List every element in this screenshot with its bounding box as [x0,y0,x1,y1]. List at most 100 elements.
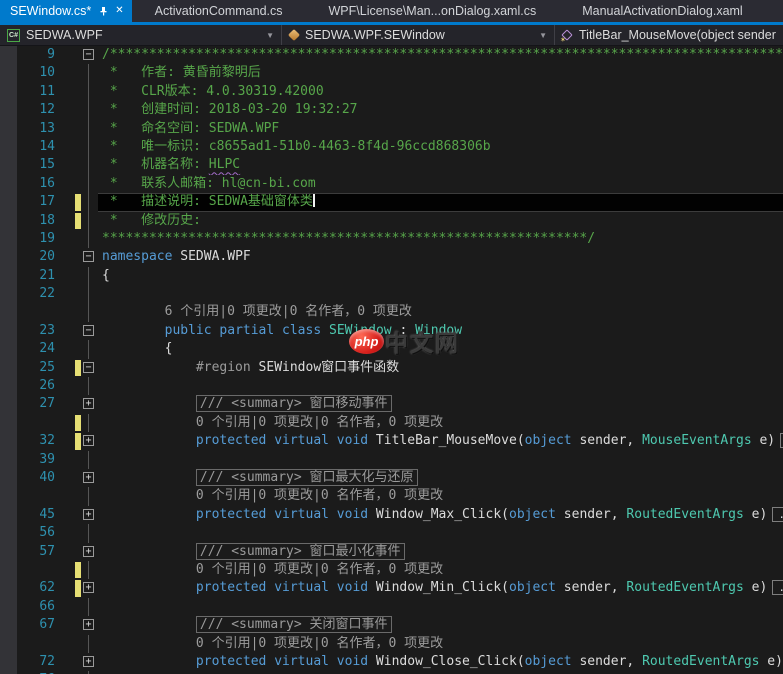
fold-guide [88,82,89,102]
breakpoint-margin[interactable] [0,468,17,488]
breakpoint-margin[interactable] [0,634,17,653]
code-line[interactable]: namespace SEDWA.WPF [98,248,783,266]
code-line[interactable]: ****************************************… [98,230,783,248]
breakpoint-margin[interactable] [0,82,17,102]
breakpoint-margin[interactable] [0,432,17,451]
code-line[interactable]: * 命名空间: SEDWA.WPF [98,120,783,138]
breakpoint-margin[interactable] [0,616,17,635]
fold-toggle[interactable]: + [83,619,94,631]
breakpoint-margin[interactable] [0,211,17,230]
breakpoint-margin[interactable] [0,285,17,304]
breakpoint-margin[interactable] [0,321,17,341]
code-line[interactable]: * 联系人邮箱: hl@cn-bi.com [98,175,783,193]
fold-toggle[interactable]: + [83,545,94,557]
code-line[interactable] [98,377,783,395]
breakpoint-margin[interactable] [0,413,17,433]
breakpoint-margin[interactable] [0,340,17,359]
breakpoint-margin[interactable] [0,156,17,175]
fold-toggle[interactable]: + [83,398,94,410]
code-line[interactable]: /// <summary> 窗口移动事件 [98,395,783,413]
codelens-line[interactable]: 0 个引用|0 项更改|0 名作者，0 项更改 [98,487,783,505]
type-dropdown[interactable]: SEDWA.WPF.SEWindow ▼ [282,25,555,45]
codelens-line[interactable]: 6 个引用|0 项更改|0 名作者，0 项更改 [98,303,783,321]
close-icon[interactable]: ✕ [115,6,123,16]
project-dropdown[interactable]: C# SEDWA.WPF ▼ [0,25,282,45]
code-line[interactable]: /***************************************… [98,46,783,64]
code-line[interactable]: protected virtual void Window_Min_Click(… [98,579,783,597]
code-line[interactable]: #region SEWindow窗口事件函数 [98,359,783,377]
breakpoint-margin[interactable] [0,193,17,212]
fold-toggle[interactable]: − [83,251,94,263]
breakpoint-margin[interactable] [0,542,17,561]
code-line[interactable] [98,285,783,303]
breakpoint-margin[interactable] [0,303,17,322]
codelens-line[interactable]: 0 个引用|0 项更改|0 名作者，0 项更改 [98,414,783,432]
breakpoint-margin[interactable] [0,560,17,580]
code-line[interactable]: * 创建时间: 2018-03-20 19:32:27 [98,101,783,119]
breakpoint-margin[interactable] [0,266,17,286]
fold-toggle[interactable]: + [83,508,94,520]
breakpoint-margin[interactable] [0,174,17,194]
code-text: Window_Max_Click( [368,506,509,522]
code-line[interactable] [98,598,783,616]
breakpoint-margin[interactable] [0,64,17,83]
breakpoint-margin[interactable] [0,248,17,267]
breakpoint-margin[interactable] [0,395,17,414]
breakpoint-margin[interactable] [0,358,17,378]
project-name: SEDWA.WPF [26,28,103,42]
tab-sewindow-cs[interactable]: SEWindow.cs* ✕ [0,0,132,22]
fold-toggle[interactable]: + [83,471,94,483]
code-line[interactable]: * 唯一标识: c8655ad1-51b0-4463-8f4d-96ccd868… [98,138,783,156]
breakpoint-margin[interactable] [0,229,17,249]
code-line[interactable]: * 作者: 黄昏前黎明后 [98,64,783,82]
codelens-line[interactable]: 0 个引用|0 项更改|0 名作者，0 项更改 [98,561,783,579]
breakpoint-margin[interactable] [0,450,17,469]
code-line[interactable]: /// <summary> 窗口最大化与还原 [98,468,783,487]
fold-toggle[interactable]: + [83,582,94,594]
code-line[interactable] [98,524,783,542]
code-line[interactable]: /// <summary> 关闭窗口事件 [98,616,783,634]
fold-toggle[interactable]: + [83,435,94,447]
code-line[interactable]: * 描述说明: SEDWA基础窗体类 [98,193,783,212]
code-line[interactable]: protected virtual void TitleBar_MouseMov… [98,432,783,450]
tab-activationcommand-cs[interactable]: ActivationCommand.cs [132,0,306,22]
codelens-line[interactable]: 0 个引用|0 项更改|0 名作者，0 项更改 [98,635,783,653]
code-line[interactable]: { [98,340,783,358]
breakpoint-margin[interactable] [0,377,17,396]
breakpoint-margin[interactable] [0,487,17,506]
code-line[interactable]: * 机器名称: HLPC [98,156,783,174]
breakpoint-margin[interactable] [0,119,17,138]
breakpoint-margin[interactable] [0,524,17,543]
breakpoint-margin[interactable] [0,46,17,65]
editor[interactable]: 9−/*************************************… [0,46,783,674]
breakpoint-margin[interactable] [0,597,17,617]
code-line[interactable]: * 修改历史: [98,212,783,230]
breakpoint-margin[interactable] [0,101,17,120]
breakpoint-margin[interactable] [0,137,17,157]
line-number: 18 [39,212,55,228]
code-line[interactable]: /// <summary> 窗口最小化事件 [98,542,783,561]
code-line[interactable]: public partial class SEWindow : Window [98,322,783,340]
pin-icon[interactable] [98,6,109,17]
code-line[interactable]: { [98,267,783,285]
code-line[interactable] [98,451,783,469]
breakpoint-margin[interactable] [0,579,17,598]
fold-toggle[interactable]: + [83,655,94,667]
breakpoint-margin[interactable] [0,652,17,672]
fold-toggle[interactable]: − [83,49,94,60]
tab-mandialog-xaml-cs[interactable]: WPF\License\Man...onDialog.xaml.cs [306,0,560,22]
fold-guide [88,340,89,359]
member-dropdown[interactable]: ✶ TitleBar_MouseMove(object sender [555,25,783,45]
fold-toggle[interactable]: − [83,361,94,373]
line-number: 21 [39,267,55,283]
code-line[interactable]: protected virtual void Window_Max_Click(… [98,506,783,524]
code-line[interactable]: protected virtual void Window_Close_Clic… [98,653,783,671]
tab-manualactivationdialog-xaml[interactable]: ManualActivationDialog.xaml [559,0,766,22]
breakpoint-margin[interactable] [0,505,17,525]
line-number: 66 [39,598,55,614]
fold-toggle[interactable]: − [83,324,94,336]
code-line[interactable]: * CLR版本: 4.0.30319.42000 [98,83,783,101]
